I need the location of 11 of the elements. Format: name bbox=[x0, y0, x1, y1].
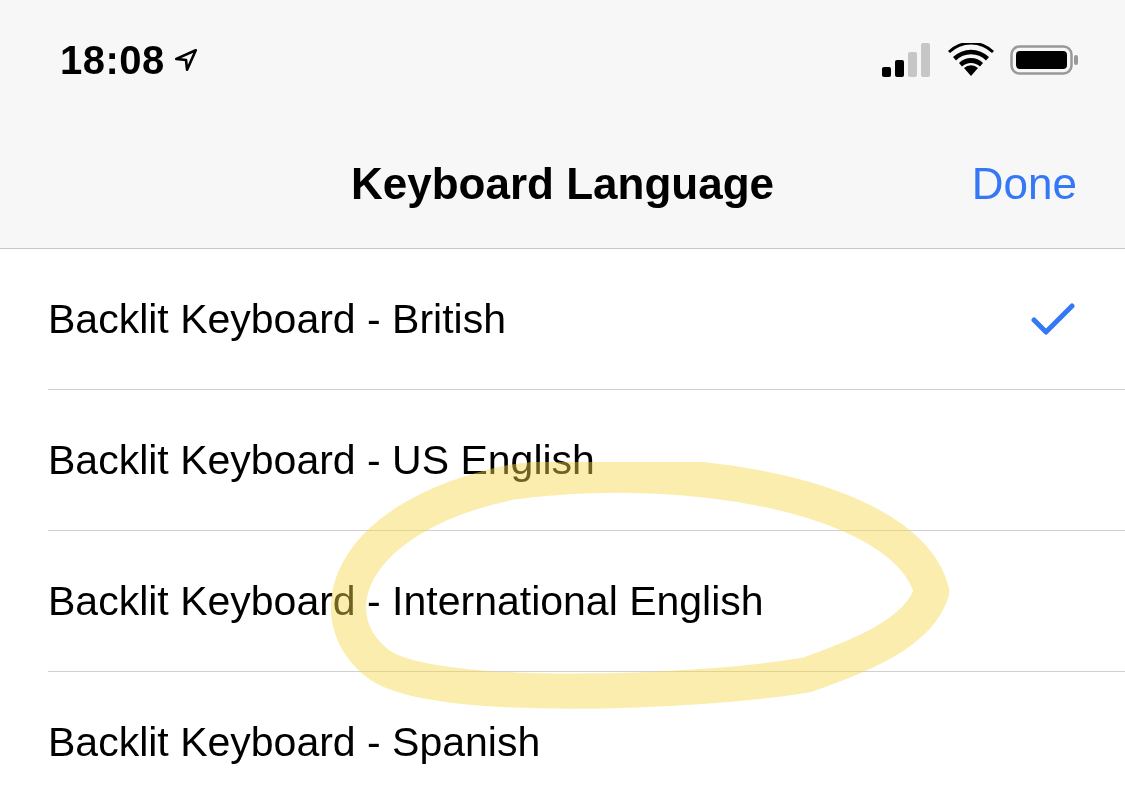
wifi-icon bbox=[948, 43, 994, 77]
location-arrow-icon bbox=[172, 47, 199, 73]
checkmark-icon bbox=[1031, 302, 1075, 336]
status-time: 18:08 bbox=[60, 37, 165, 83]
language-row[interactable]: Backlit Keyboard - International English bbox=[48, 531, 1125, 672]
nav-title: Keyboard Language bbox=[351, 159, 774, 209]
language-row[interactable]: Backlit Keyboard - US English bbox=[48, 390, 1125, 531]
language-row[interactable]: Backlit Keyboard - British bbox=[48, 249, 1125, 390]
battery-icon bbox=[1010, 43, 1080, 77]
done-button[interactable]: Done bbox=[971, 159, 1077, 209]
language-row[interactable]: Backlit Keyboard - Spanish bbox=[48, 672, 1125, 806]
